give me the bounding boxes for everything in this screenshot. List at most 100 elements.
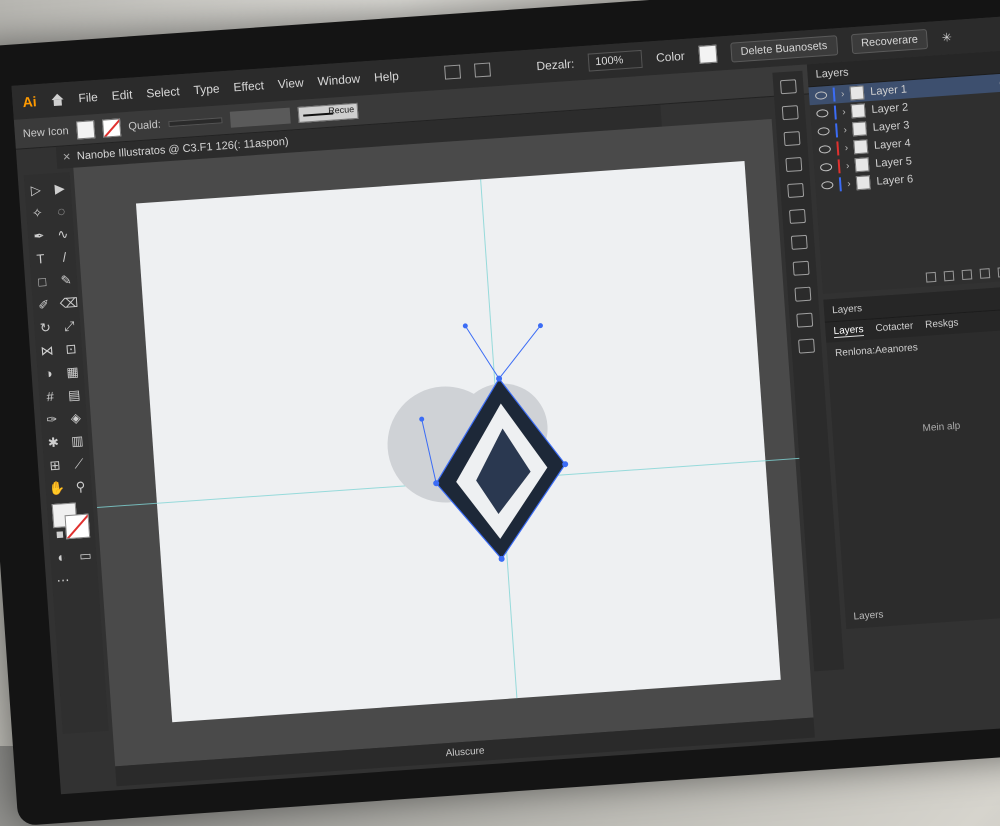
stroke-swatch[interactable] (101, 117, 122, 138)
stroke-box[interactable] (64, 513, 91, 540)
mesh-tool-icon[interactable]: # (42, 388, 59, 405)
menu-type[interactable]: Type (193, 81, 220, 97)
line-tool-icon[interactable]: / (56, 249, 73, 266)
column-graph-icon[interactable]: ▥ (69, 433, 86, 450)
visibility-eye-icon[interactable] (814, 91, 828, 100)
arrange-documents-icon[interactable] (444, 64, 462, 80)
visibility-eye-icon[interactable] (817, 126, 830, 136)
tab-layers[interactable]: Layers (833, 324, 865, 339)
selection-label: New Icon (22, 124, 69, 140)
visibility-eye-icon[interactable] (816, 109, 829, 118)
canvas-area[interactable] (73, 118, 826, 767)
layer-name[interactable]: Layer 2 (871, 101, 908, 116)
menu-help[interactable]: Help (374, 69, 400, 85)
brush-icon[interactable] (787, 182, 805, 199)
type-tool-icon[interactable]: T (32, 251, 49, 268)
home-icon[interactable] (50, 93, 65, 106)
artboards-icon[interactable] (798, 338, 816, 354)
width-tool-icon[interactable]: ⋈ (39, 343, 56, 360)
recover-button[interactable]: Recoverare (850, 28, 929, 55)
rectangle-tool-icon[interactable]: □ (34, 274, 51, 291)
opacity-field[interactable] (168, 116, 223, 127)
grid-icon[interactable] (785, 156, 803, 173)
shape-builder-icon[interactable]: ◑ (40, 365, 57, 382)
app-logo: Ai (22, 93, 38, 111)
chevron-right-icon[interactable]: › (842, 106, 846, 117)
layer-name[interactable]: Layer 6 (876, 173, 913, 188)
delete-button[interactable]: Delete Buanosets (729, 35, 838, 63)
locate-object-icon[interactable] (943, 270, 955, 282)
direct-selection-tool-icon[interactable]: ▶ (51, 180, 68, 197)
pen-tool-icon[interactable]: ✒ (30, 228, 47, 245)
symbols-icon[interactable] (789, 208, 806, 224)
tab-reskgs[interactable]: Reskgs (925, 317, 959, 331)
stroke-profile[interactable]: Recue (297, 102, 359, 123)
variable-width-field[interactable] (230, 107, 292, 128)
lasso-icon[interactable]: ◌ (53, 203, 70, 220)
menu-window[interactable]: Window (317, 72, 361, 89)
align-icon[interactable] (790, 234, 808, 250)
eyedropper-icon[interactable]: ✑ (43, 411, 60, 428)
free-transform-icon[interactable]: ⊡ (62, 341, 79, 358)
magic-wand-icon[interactable]: ✧ (29, 205, 46, 222)
layer-name[interactable]: Layer 1 (870, 83, 907, 98)
gradient-tool-icon[interactable]: ▤ (66, 387, 83, 404)
chevron-right-icon[interactable]: › (843, 124, 847, 135)
fill-stroke-control[interactable] (50, 501, 97, 544)
pathfinder-icon[interactable] (792, 260, 810, 276)
layer-color-bar (836, 141, 840, 156)
screen-mode-icon[interactable]: ▭ (77, 547, 94, 564)
slice-tool-icon[interactable]: ⟋ (70, 456, 87, 473)
handle-point[interactable] (462, 323, 468, 329)
dezelr-field[interactable]: 100% (587, 49, 643, 72)
links-icon[interactable] (796, 312, 814, 328)
chevron-right-icon[interactable]: › (847, 178, 851, 189)
layer-name[interactable]: Layer 4 (874, 137, 911, 152)
libraries-icon[interactable] (779, 79, 797, 95)
rotate-tool-icon[interactable]: ↻ (37, 320, 54, 337)
properties-icon[interactable] (783, 131, 801, 147)
transform-icon[interactable] (794, 286, 812, 302)
chevron-right-icon[interactable]: › (841, 88, 845, 99)
tab-cotacter[interactable]: Cotacter (875, 321, 914, 336)
artboard-tool-icon[interactable]: ⊞ (47, 457, 64, 474)
scale-tool-icon[interactable]: ⤢ (61, 318, 78, 335)
fill-swatch[interactable] (75, 119, 96, 139)
menu-effect[interactable]: Effect (233, 78, 264, 94)
color-swatch[interactable] (698, 44, 718, 64)
more-tools-icon[interactable]: ⋯ (55, 572, 72, 589)
menu-select[interactable]: Select (146, 84, 180, 100)
layer-name[interactable]: Layer 3 (872, 119, 909, 134)
bezier-handle[interactable] (496, 325, 544, 379)
symbol-sprayer-icon[interactable]: ✱ (45, 434, 62, 451)
workspace-icon[interactable] (474, 62, 492, 78)
document-icon[interactable] (781, 105, 799, 121)
shaper-tool-icon[interactable]: ✐ (35, 297, 52, 314)
close-icon[interactable]: ✕ (62, 151, 71, 163)
sparkle-icon[interactable]: ✳ (941, 30, 952, 45)
chevron-right-icon[interactable]: › (844, 142, 848, 153)
logo-artwork[interactable] (136, 161, 781, 722)
eraser-icon[interactable]: ⌫ (59, 295, 78, 312)
curvature-tool-icon[interactable]: ∿ (54, 226, 71, 243)
artboard[interactable] (97, 160, 826, 723)
blend-tool-icon[interactable]: ◈ (67, 410, 84, 427)
bezier-handle[interactable] (464, 324, 500, 381)
draw-mode-icon[interactable]: ◐ (53, 549, 70, 566)
new-sublayer-icon[interactable] (979, 268, 991, 279)
visibility-eye-icon[interactable] (819, 162, 833, 172)
paintbrush-icon[interactable]: ✎ (58, 272, 75, 289)
visibility-eye-icon[interactable] (821, 180, 834, 190)
menu-edit[interactable]: Edit (111, 88, 133, 103)
menu-file[interactable]: File (78, 90, 98, 105)
hand-tool-icon[interactable]: ✋ (48, 480, 65, 497)
selection-tool-icon[interactable]: ▷ (27, 182, 44, 199)
clipping-mask-icon[interactable] (961, 269, 973, 281)
chevron-right-icon[interactable]: › (846, 160, 850, 171)
menu-view[interactable]: View (277, 76, 304, 92)
visibility-eye-icon[interactable] (818, 144, 832, 154)
export-icon[interactable] (925, 271, 937, 283)
zoom-tool-icon[interactable]: ⚲ (72, 479, 89, 496)
layer-name[interactable]: Layer 5 (875, 155, 912, 170)
perspective-grid-icon[interactable]: ▦ (64, 364, 81, 381)
